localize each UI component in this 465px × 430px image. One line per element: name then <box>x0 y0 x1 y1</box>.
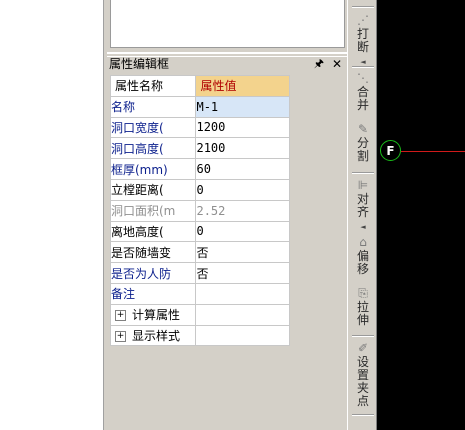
property-value-readonly: 2.52 <box>195 199 290 222</box>
offset-label: 偏移 <box>356 249 369 276</box>
group-cell[interactable]: + 计算属性 <box>109 303 197 326</box>
header-name-cell: 属性名称 <box>109 75 197 97</box>
group-label: 计算属性 <box>132 308 181 323</box>
property-label: 洞口宽度( <box>109 116 197 139</box>
property-value-select[interactable]: 否 <box>195 241 290 264</box>
align-button[interactable]: ⊫ 对齐 ◄ <box>348 178 378 232</box>
property-panel-title-bar: 属性编辑框 🖈 ✕ <box>107 56 347 72</box>
stretch-icon: ⎘ <box>358 286 368 300</box>
split-label: 分割 <box>356 136 369 163</box>
toolbar-separator <box>352 66 374 68</box>
break-label: 打断 <box>356 27 369 54</box>
table-row[interactable]: 框厚(mm) 60 <box>109 158 290 180</box>
header-value-cell: 属性值 <box>195 75 290 97</box>
expand-icon[interactable]: + <box>115 310 126 322</box>
break-button[interactable]: ⋰ 打断 ◄ <box>348 13 378 67</box>
property-value-input[interactable]: 2100 <box>195 137 290 160</box>
property-label: 名称 <box>109 95 197 118</box>
property-value-input[interactable]: M-1 <box>195 95 290 118</box>
axis-marker[interactable]: F <box>380 140 401 161</box>
modify-toolbar: ⋰ 打断 ◄ ⋱ 合并 ✎ 分割 ⊫ 对齐 ◄ ⌂ 偏移 ⎘ 拉伸 ✐ 设置夹点 <box>347 0 377 430</box>
group-label: 显示样式 <box>132 328 181 343</box>
toolbar-separator <box>352 414 374 416</box>
table-row[interactable]: 是否随墙变 否 <box>109 241 290 264</box>
break-icon: ⋰ <box>357 13 369 27</box>
pin-icon[interactable]: 🖈 <box>313 58 325 70</box>
set-grip-button[interactable]: ✐ 设置夹点 <box>348 341 378 408</box>
panel-title: 属性编辑框 <box>109 57 170 71</box>
table-row[interactable]: 是否为人防 否 <box>109 262 290 284</box>
table-row[interactable]: 备注 <box>109 282 290 305</box>
table-row: 洞口面积(m 2.52 <box>109 199 290 222</box>
align-label: 对齐 <box>356 192 369 219</box>
split-icon: ✎ <box>357 122 369 136</box>
offset-button[interactable]: ⌂ 偏移 <box>348 235 378 276</box>
align-arrow-icon: ◄ <box>360 223 366 231</box>
group-value-cell <box>195 303 290 326</box>
table-row[interactable]: 立樘距离( 0 <box>109 178 290 201</box>
stretch-button[interactable]: ⎘ 拉伸 <box>348 286 378 327</box>
table-row[interactable]: 离地高度( 0 <box>109 220 290 243</box>
merge-icon: ⋱ <box>357 71 369 85</box>
property-grid: 属性名称 属性值 名称 M-1 洞口宽度( 1200 洞口高度( 2100 框厚… <box>109 75 290 347</box>
property-value-select[interactable]: 否 <box>195 262 290 284</box>
break-arrow-icon: ◄ <box>360 58 366 66</box>
stretch-label: 拉伸 <box>356 300 369 327</box>
grid-header-row: 属性名称 属性值 <box>109 75 290 97</box>
toolbar-separator <box>352 172 374 174</box>
upper-pane-list <box>110 0 345 48</box>
toolbar-separator <box>352 335 374 337</box>
property-value-input[interactable]: 0 <box>195 178 290 201</box>
group-row[interactable]: + 显示样式 <box>109 324 290 347</box>
header-name: 属性名称 <box>115 79 164 94</box>
drawing-canvas[interactable] <box>377 0 465 430</box>
property-label: 备注 <box>109 282 197 305</box>
close-icon[interactable]: ✕ <box>331 58 343 70</box>
group-cell[interactable]: + 显示样式 <box>109 324 197 347</box>
table-row[interactable]: 洞口高度( 2100 <box>109 137 290 160</box>
header-value: 属性值 <box>200 79 237 94</box>
table-row[interactable]: 洞口宽度( 1200 <box>109 116 290 139</box>
property-label: 是否为人防 <box>109 262 197 284</box>
property-value-input[interactable]: 0 <box>195 220 290 243</box>
property-value-input[interactable]: 60 <box>195 158 290 180</box>
split-button[interactable]: ✎ 分割 <box>348 122 378 163</box>
toolbar-separator <box>352 6 374 8</box>
set-grip-label: 设置夹点 <box>356 355 369 408</box>
table-row[interactable]: 名称 M-1 <box>109 95 290 118</box>
property-label: 框厚(mm) <box>109 158 197 180</box>
offset-icon: ⌂ <box>359 235 367 249</box>
property-label: 立樘距离( <box>109 178 197 201</box>
merge-button[interactable]: ⋱ 合并 <box>348 71 378 112</box>
property-value-input[interactable]: 1200 <box>195 116 290 139</box>
group-value-cell <box>195 324 290 347</box>
group-row[interactable]: + 计算属性 <box>109 303 290 326</box>
property-value-input[interactable] <box>195 282 290 305</box>
expand-icon[interactable]: + <box>115 330 126 342</box>
align-icon: ⊫ <box>357 178 369 192</box>
merge-label: 合并 <box>356 85 369 112</box>
axis-line <box>401 151 465 152</box>
property-label: 洞口面积(m <box>109 199 197 222</box>
property-label: 是否随墙变 <box>109 241 197 264</box>
property-label: 洞口高度( <box>109 137 197 160</box>
property-label: 离地高度( <box>109 220 197 243</box>
drawing-area-left <box>0 0 103 430</box>
set-grip-icon: ✐ <box>357 341 369 355</box>
